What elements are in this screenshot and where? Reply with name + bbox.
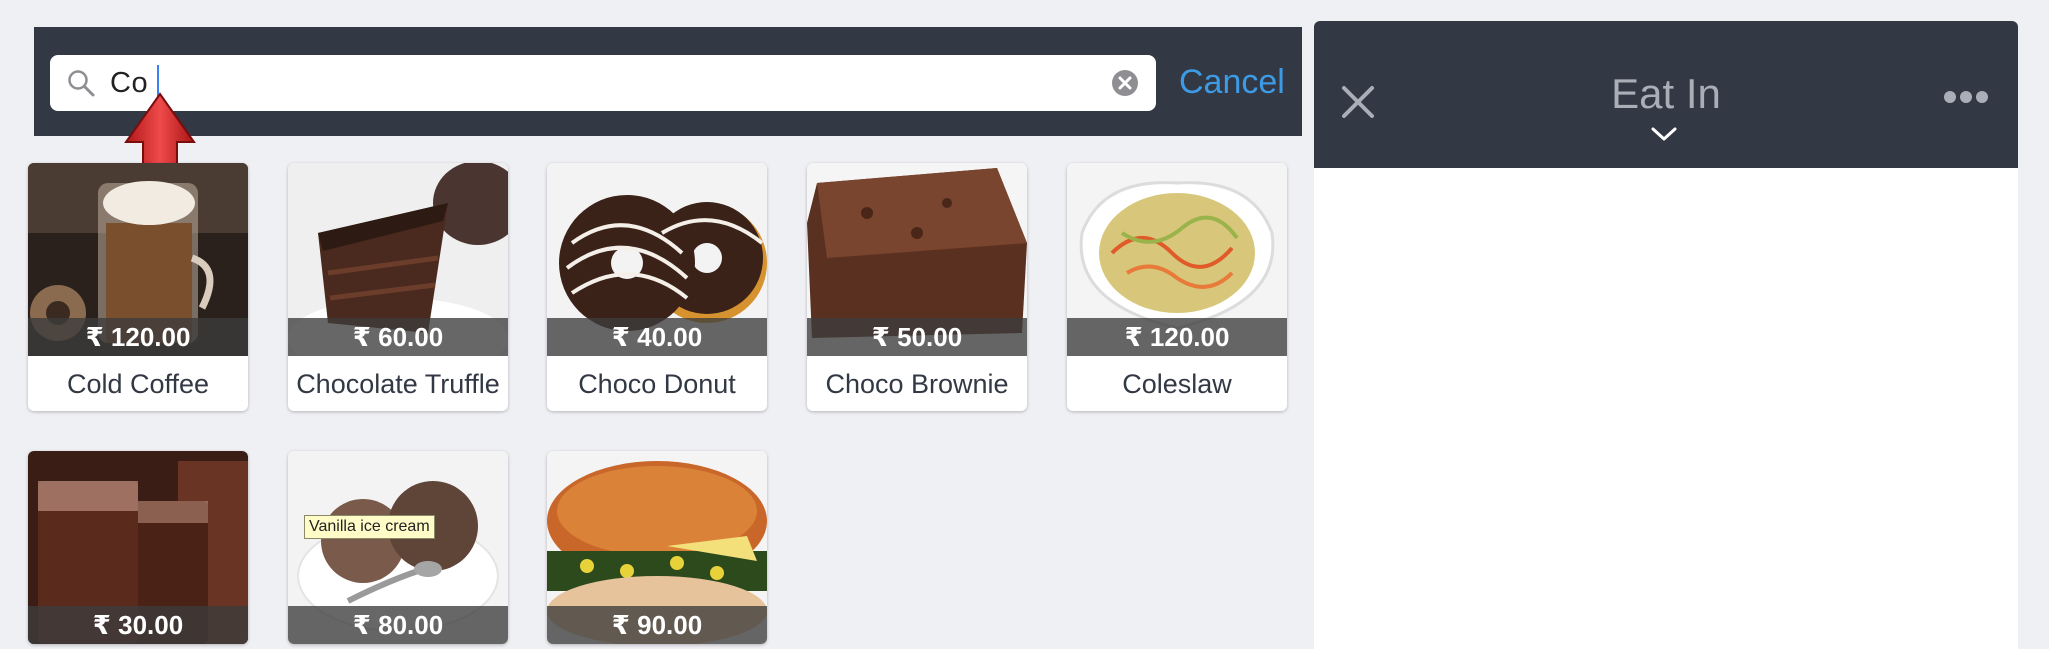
product-image: ₹ 50.00 [807,163,1027,356]
product-image: ₹ 90.00 [547,451,767,644]
search-icon [68,70,95,97]
product-card[interactable]: ₹ 50.00 Choco Brownie [807,163,1027,411]
price-tag: ₹ 120.00 [28,318,248,356]
product-image: ₹ 40.00 [547,163,767,356]
product-name: Choco Brownie [825,369,1009,399]
product-card[interactable]: ₹ 40.00 Choco Donut [547,163,767,411]
price-tag: ₹ 90.00 [547,606,767,644]
product-image: Vanilla ice cream ₹ 80.00 [288,451,508,644]
price-tag: ₹ 120.00 [1067,318,1287,356]
product-name: Coleslaw [1122,369,1232,399]
product-image: ₹ 120.00 [1067,163,1287,356]
product-image: ₹ 30.00 [28,451,248,644]
clear-icon[interactable] [1111,69,1139,97]
price-tag: ₹ 60.00 [288,318,508,356]
order-type-title[interactable]: Eat In [1314,69,2018,119]
price-tag: ₹ 50.00 [807,318,1027,356]
product-card[interactable]: ₹ 120.00 Coleslaw [1067,163,1287,411]
product-card[interactable]: ₹ 30.00 [28,451,248,644]
more-icon[interactable] [1942,89,1990,105]
cancel-button[interactable]: Cancel [1179,62,1285,102]
search-field[interactable]: Co [50,55,1156,111]
order-header: Eat In [1314,21,2018,168]
chevron-down-icon[interactable] [1650,125,1678,143]
order-panel: Eat In [1314,21,2018,649]
product-name: Chocolate Truffle [296,369,500,399]
product-card[interactable]: ₹ 60.00 Chocolate Truffle [288,163,508,411]
product-card[interactable]: ₹ 90.00 [547,451,767,644]
product-card[interactable]: Vanilla ice cream ₹ 80.00 [288,451,508,644]
product-card[interactable]: ₹ 120.00 Cold Coffee [28,163,248,411]
product-image: ₹ 120.00 [28,163,248,356]
price-tag: ₹ 30.00 [28,606,248,644]
price-tag: ₹ 40.00 [547,318,767,356]
search-bar: Co Cancel [34,27,1302,136]
price-tag: ₹ 80.00 [288,606,508,644]
image-tooltip: Vanilla ice cream [304,515,435,539]
product-name: Cold Coffee [66,369,210,399]
product-image: ₹ 60.00 [288,163,508,356]
product-name: Choco Donut [578,369,736,399]
